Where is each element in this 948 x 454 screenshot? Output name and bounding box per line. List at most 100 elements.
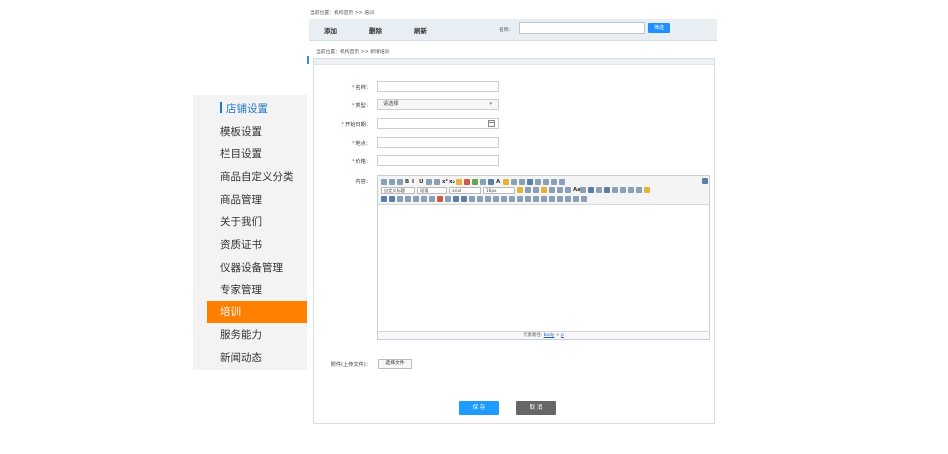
cancel-button[interactable]: 取 消 <box>516 401 556 415</box>
source-icon[interactable] <box>381 179 387 185</box>
link-icon[interactable] <box>588 187 594 193</box>
sidebar-item-service-capability[interactable]: 服务能力 <box>207 324 307 346</box>
split-cols-icon[interactable] <box>549 196 555 202</box>
search-replace-icon[interactable] <box>573 196 579 202</box>
paragraph-select[interactable]: 段落 <box>417 186 447 194</box>
unlink-icon[interactable] <box>596 187 602 193</box>
help-icon[interactable] <box>581 196 587 202</box>
insert-col-icon[interactable] <box>493 196 499 202</box>
undo-icon[interactable] <box>389 179 395 185</box>
delete-table-icon[interactable] <box>469 196 475 202</box>
attachment-icon[interactable] <box>389 196 395 202</box>
insert-row-icon[interactable] <box>477 196 483 202</box>
select-all-icon[interactable] <box>527 179 533 185</box>
map-icon[interactable] <box>405 196 411 202</box>
print-icon[interactable] <box>557 196 563 202</box>
align-center-icon[interactable] <box>549 187 555 193</box>
preview-icon[interactable] <box>565 196 571 202</box>
redo-icon[interactable] <box>397 179 403 185</box>
custom-heading-select[interactable]: 自定义标题 <box>381 186 415 194</box>
insert-image-icon[interactable] <box>644 187 650 193</box>
unordered-list-icon[interactable] <box>519 179 525 185</box>
sidebar-item-shop-settings[interactable]: 店铺设置 <box>207 98 307 120</box>
sidebar-item-training[interactable]: 培训 <box>207 301 307 323</box>
spacing-bottom-icon[interactable] <box>559 179 565 185</box>
refresh-button[interactable]: 刷新 <box>414 25 427 35</box>
iframe-icon[interactable] <box>413 196 419 202</box>
paste-plain-icon[interactable] <box>488 179 494 185</box>
code-icon[interactable] <box>421 196 427 202</box>
line-height-icon[interactable] <box>543 179 549 185</box>
align-left-icon[interactable] <box>541 187 547 193</box>
font-size-select[interactable]: 16px <box>483 186 515 194</box>
align-right-icon[interactable] <box>557 187 563 193</box>
fullscreen-icon[interactable] <box>702 178 708 184</box>
name-input[interactable] <box>377 81 499 92</box>
split-cells-icon[interactable] <box>533 196 539 202</box>
border-icon[interactable] <box>426 179 432 185</box>
eraser-icon[interactable] <box>464 179 470 185</box>
clear-doc-icon[interactable] <box>535 179 541 185</box>
sidebar-item-equipment[interactable]: 仪器设备管理 <box>207 257 307 279</box>
strikethrough-icon[interactable] <box>434 179 440 185</box>
sidebar-item-template-settings[interactable]: 模板设置 <box>207 121 307 143</box>
split-rows-icon[interactable] <box>541 196 547 202</box>
merge-right-icon[interactable] <box>517 196 523 202</box>
splitter-handle[interactable] <box>307 56 309 64</box>
choose-file-button[interactable]: 选择文件 <box>378 359 412 369</box>
sidebar-item-about-us[interactable]: 关于我们 <box>207 211 307 233</box>
time-icon[interactable] <box>445 196 451 202</box>
font-color-icon[interactable]: A <box>496 179 501 185</box>
to-lowercase-icon[interactable] <box>580 187 586 193</box>
image-left-icon[interactable] <box>620 187 626 193</box>
italic-icon[interactable]: I <box>412 179 417 185</box>
video-icon[interactable] <box>397 196 403 202</box>
font-family-select[interactable]: arial <box>449 186 481 194</box>
save-button[interactable]: 保 存 <box>459 401 499 415</box>
merge-down-icon[interactable] <box>525 196 531 202</box>
sidebar-item-product-management[interactable]: 商品管理 <box>207 189 307 211</box>
horizontal-rule-icon[interactable] <box>429 196 435 202</box>
sidebar-item-column-settings[interactable]: 栏目设置 <box>207 143 307 165</box>
superscript-icon[interactable]: x² <box>442 179 448 185</box>
underline-icon[interactable]: U <box>419 179 424 185</box>
rich-text-editor[interactable]: B I U x² x₂ A 自定义标题 段落 arial 16px Aa 元素路… <box>377 175 710 340</box>
sidebar-item-certificates[interactable]: 资质证书 <box>207 234 307 256</box>
indent-icon[interactable] <box>533 187 539 193</box>
directionality-rtl-icon[interactable] <box>525 187 531 193</box>
add-button[interactable]: 添加 <box>324 25 337 35</box>
filter-button[interactable]: 筛选 <box>648 23 670 33</box>
insert-image-multi-icon[interactable] <box>381 196 387 202</box>
date-icon[interactable] <box>437 196 443 202</box>
calendar-icon[interactable] <box>488 120 495 127</box>
start-date-input[interactable] <box>377 118 499 129</box>
price-input[interactable] <box>377 155 499 166</box>
align-justify-icon[interactable] <box>565 187 571 193</box>
element-path-p-link[interactable]: p <box>561 333 564 338</box>
sidebar-item-experts[interactable]: 专家管理 <box>207 279 307 301</box>
ordered-list-icon[interactable] <box>511 179 517 185</box>
sidebar-item-product-categories[interactable]: 商品自定义分类 <box>207 166 307 188</box>
spacing-top-icon[interactable] <box>551 179 557 185</box>
insert-table-icon[interactable] <box>461 196 467 202</box>
directionality-ltr-icon[interactable] <box>517 187 523 193</box>
image-center-icon[interactable] <box>636 187 642 193</box>
autotype-icon[interactable] <box>472 179 478 185</box>
element-path-body-link[interactable]: body <box>544 333 555 338</box>
delete-button[interactable]: 删除 <box>369 25 382 35</box>
delete-col-icon[interactable] <box>501 196 507 202</box>
quote-icon[interactable] <box>480 179 486 185</box>
delete-row-icon[interactable] <box>485 196 491 202</box>
anchor-icon[interactable] <box>604 187 610 193</box>
highlight-icon[interactable] <box>503 179 509 185</box>
image-right-icon[interactable] <box>628 187 634 193</box>
type-select[interactable]: 请选择 ▾ <box>377 99 499 110</box>
bold-icon[interactable]: B <box>405 179 410 185</box>
place-input[interactable] <box>377 137 499 148</box>
subscript-icon[interactable]: x₂ <box>449 179 455 185</box>
format-match-icon[interactable] <box>456 179 462 185</box>
to-uppercase-icon[interactable]: Aa <box>573 187 581 193</box>
image-none-icon[interactable] <box>612 187 618 193</box>
name-filter-input[interactable] <box>519 22 645 34</box>
merge-cells-icon[interactable] <box>509 196 515 202</box>
